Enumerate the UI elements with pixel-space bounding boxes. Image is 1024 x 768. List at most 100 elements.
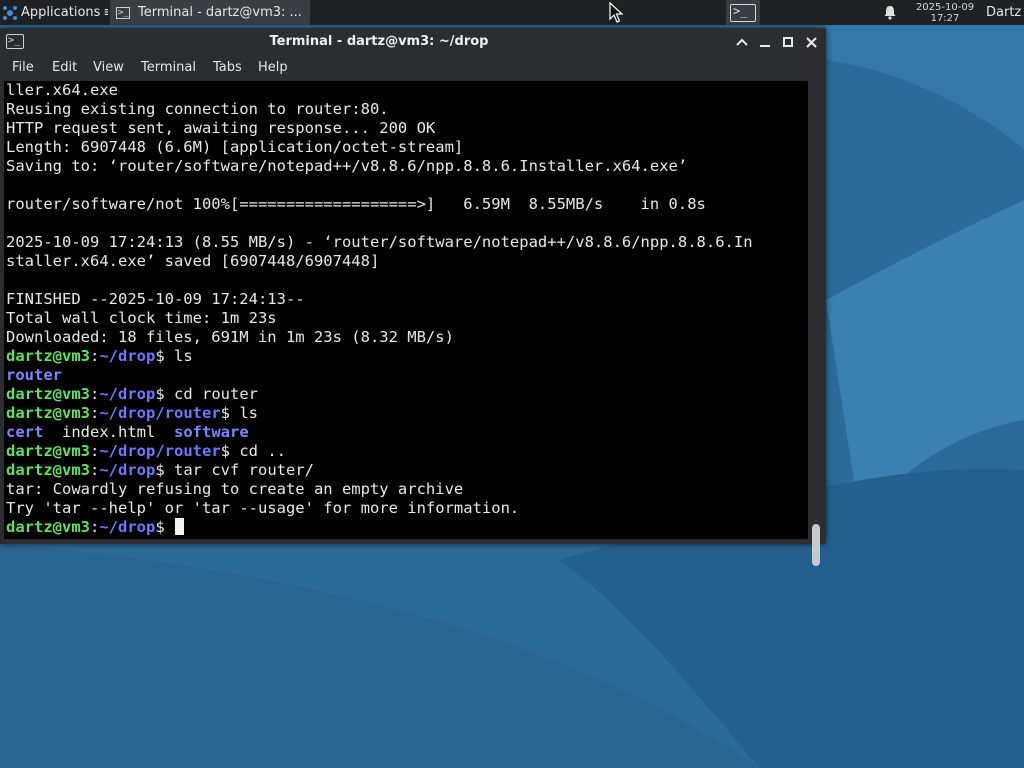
user-label: Dartz [986,5,1022,20]
prompt-user: dartz@vm3 [6,461,90,479]
terminal-output[interactable]: ller.x64.exe Reusing existing connection … [4,81,808,539]
terminal-line: ller.x64.exe [6,81,118,99]
terminal-line: Total wall clock time: 1m 23s [6,309,277,327]
terminal-launcher-icon: >_ [730,3,756,22]
terminal-line: dartz@vm3:~/drop$ cd router [6,385,753,404]
command-text: cd .. [239,442,287,460]
prompt-symbol: $ [155,385,175,403]
menu-bar: File Edit View Terminal Tabs Help [0,56,826,80]
minimize-button[interactable] [756,33,774,51]
terminal-text: ller.x64.exe Reusing existing connection … [6,81,753,537]
terminal-launcher-button[interactable]: >_ [726,0,760,25]
prompt-separator: : [90,461,100,479]
text-cursor [175,518,185,535]
command-text: ls [174,347,193,365]
close-button[interactable] [802,33,820,51]
prompt-symbol: $ [155,518,175,536]
prompt-user: dartz@vm3 [6,518,90,536]
terminal-line: router [6,366,753,385]
prompt-symbol: $ [220,442,240,460]
shade-button[interactable] [733,33,751,51]
prompt-user: dartz@vm3 [6,385,90,403]
applications-label: Applications [21,5,101,20]
prompt-path: ~/drop [99,461,156,479]
chevron-up-icon [736,38,748,46]
user-menu-button[interactable]: Dartz [986,0,1024,25]
terminal-line: dartz@vm3:~/drop/router$ cd .. [6,442,753,461]
terminal-line: HTTP request sent, awaiting response... … [6,119,436,137]
terminal-line: dartz@vm3:~/drop/router$ ls [6,404,753,423]
menu-tabs[interactable]: Tabs [213,56,242,80]
terminal-line: FINISHED --2025-10-09 17:24:13-- [6,290,305,308]
prompt-path: ~/drop [99,518,156,536]
clock[interactable]: 2025-10-09 17:27 [906,0,984,25]
directory-entry: cert [6,423,44,441]
window-titlebar[interactable]: >_ Terminal - dartz@vm3: ~/drop [0,28,826,56]
command-text: ls [239,404,259,422]
listing-gap [155,423,174,441]
bell-icon [884,6,896,20]
file-entry: index.html [62,423,156,441]
terminal-line: Try 'tar --help' or 'tar --usage' for mo… [6,499,520,517]
terminal-line: tar: Cowardly refusing to create an empt… [6,480,464,498]
notifications-button[interactable] [881,0,899,25]
menu-lines-icon: ≡ [103,5,108,20]
prompt-user: dartz@vm3 [6,347,90,365]
window-title: Terminal - dartz@vm3: ~/drop [269,34,489,49]
maximize-button[interactable] [779,33,797,51]
directory-entry: router [6,366,62,384]
command-text: cd router [174,385,259,403]
prompt-symbol: $ [155,461,175,479]
directory-entry: software [174,423,249,441]
close-icon [805,36,817,48]
terminal-scrollbar[interactable] [808,81,826,566]
terminal-line: Reusing existing connection to router:80… [6,100,389,118]
minimize-icon [760,45,770,47]
applications-icon [3,5,17,20]
scrollbar-thumb[interactable] [812,524,820,566]
prompt-symbol: $ [155,347,175,365]
terminal-line: 2025-10-09 17:24:13 (8.55 MB/s) - ‘route… [6,233,753,251]
prompt-separator: : [90,347,100,365]
menu-help[interactable]: Help [258,56,288,80]
terminal-icon: >_ [116,6,130,19]
command-text: tar cvf router/ [174,461,314,479]
prompt-separator: : [90,385,100,403]
prompt-path: ~/drop/router [99,404,221,422]
clock-date: 2025-10-09 [915,1,975,13]
terminal-line: Length: 6907448 (6.6M) [application/octe… [6,138,464,156]
clock-time: 17:27 [930,12,960,24]
menu-terminal[interactable]: Terminal [141,56,196,80]
prompt-user: dartz@vm3 [6,442,90,460]
listing-gap [43,423,62,441]
menu-file[interactable]: File [12,56,34,80]
taskbar-terminal-button[interactable]: >_ Terminal - dartz@vm3: ... [110,0,310,25]
prompt-user: dartz@vm3 [6,404,90,422]
prompt-separator: : [90,404,100,422]
terminal-line: Saving to: ‘router/software/notepad++/v8… [6,157,688,175]
applications-menu-button[interactable]: Applications ≡ [0,0,108,25]
prompt-symbol: $ [220,404,240,422]
prompt-separator: : [90,518,100,536]
menu-edit[interactable]: Edit [52,56,77,80]
terminal-line: dartz@vm3:~/drop$ ls [6,347,753,366]
terminal-line: dartz@vm3:~/drop$ [6,518,753,537]
prompt-path: ~/drop [99,347,156,365]
terminal-window: >_ Terminal - dartz@vm3: ~/drop File Edi… [0,28,826,566]
terminal-line: Downloaded: 18 files, 691M in 1m 23s (8.… [6,328,454,346]
terminal-line: staller.x64.exe’ saved [6907448/6907448] [6,252,380,270]
prompt-path: ~/drop/router [99,442,221,460]
prompt-separator: : [90,442,100,460]
top-panel: Applications ≡ >_ Terminal - dartz@vm3: … [0,0,1024,25]
terminal-line: router/software/not 100%[===============… [6,195,706,213]
terminal-line: dartz@vm3:~/drop$ tar cvf router/ [6,461,753,480]
taskbar-terminal-label: Terminal - dartz@vm3: ... [138,5,302,20]
prompt-path: ~/drop [99,385,156,403]
terminal-line: cert index.html software [6,423,753,442]
menu-view[interactable]: View [93,56,124,80]
maximize-icon [783,37,793,47]
mouse-pointer-icon [609,2,623,23]
